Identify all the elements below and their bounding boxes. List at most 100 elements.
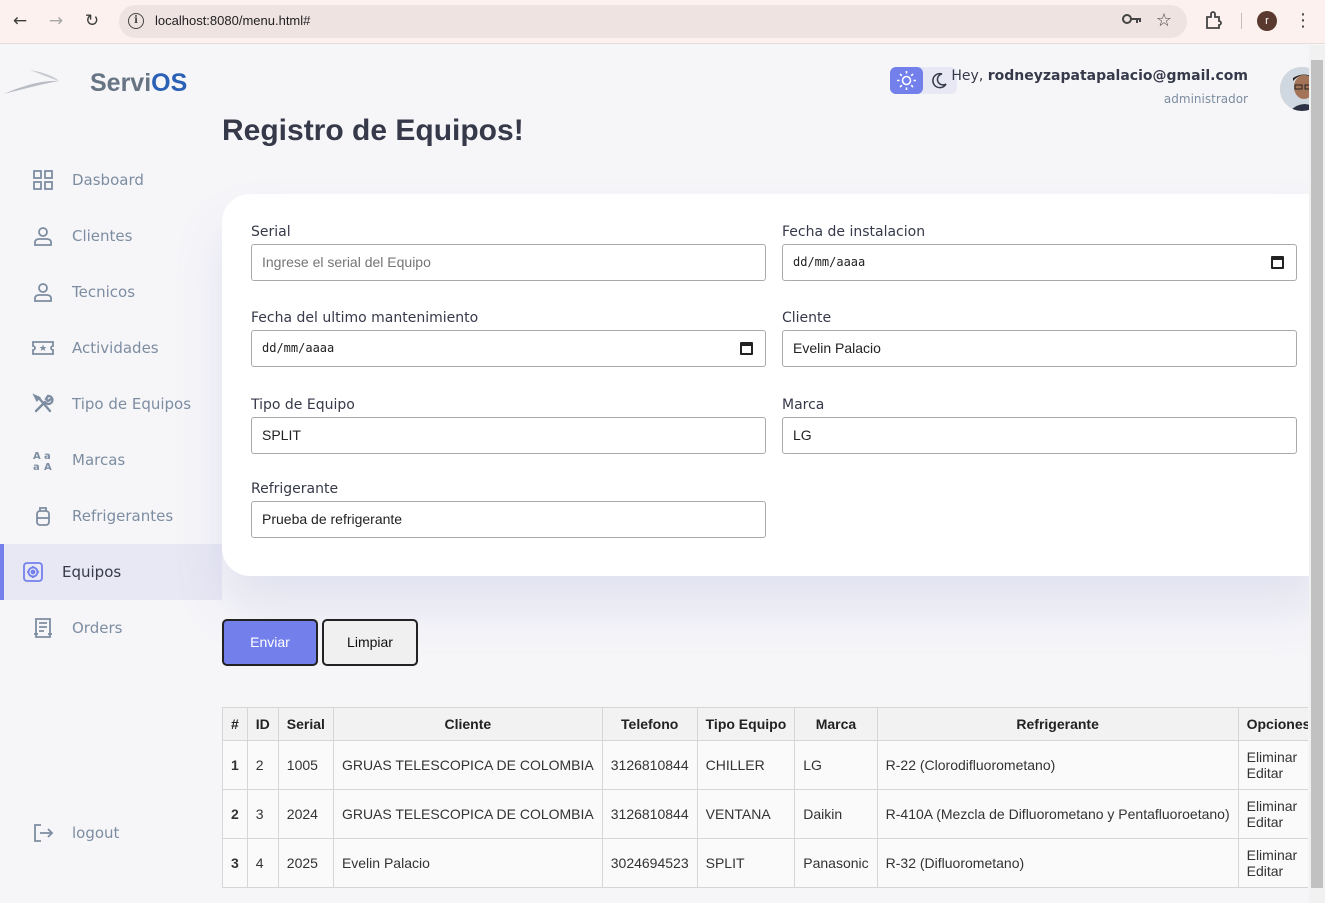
sidebar-item-equipos[interactable]: Equipos [0, 544, 222, 600]
page-title: Registro de Equipos! [222, 114, 524, 147]
client-label: Cliente [782, 310, 832, 326]
row-telefono: 3126810844 [601, 740, 698, 790]
sidebar-item-label: Refrigerantes [72, 507, 174, 525]
edit-link[interactable]: Editar [1247, 863, 1308, 879]
calendar-icon[interactable] [740, 342, 753, 355]
address-bar[interactable]: i localhost:8080/menu.html# ☆ [119, 5, 1187, 38]
delete-link[interactable]: Eliminar [1247, 847, 1308, 863]
light-mode-button[interactable] [890, 67, 923, 94]
sidebar-item-label: Clientes [72, 227, 133, 245]
sidebar-item-tipo-de-equipos[interactable]: Tipo de Equipos [0, 376, 222, 432]
page-scrollbar-thumb[interactable] [1311, 60, 1323, 888]
svg-text:a: a [33, 462, 40, 471]
row-options: Eliminar Editar [1237, 838, 1308, 888]
row-id: 4 [246, 838, 279, 888]
clear-button[interactable]: Limpiar [322, 619, 418, 666]
moon-icon[interactable] [931, 72, 948, 89]
col-serial: Serial [277, 707, 334, 741]
brand-name[interactable]: ServiOS [90, 69, 187, 98]
row-tipo: SPLIT [696, 838, 796, 888]
password-key-icon[interactable] [1122, 12, 1142, 26]
profile-avatar[interactable]: r [1257, 11, 1277, 31]
sidebar-item-refrigerantes[interactable]: Refrigerantes [0, 488, 222, 544]
sidebar-item-label: Marcas [72, 451, 126, 469]
delete-link[interactable]: Eliminar [1247, 798, 1308, 814]
edit-link[interactable]: Editar [1247, 765, 1308, 781]
table-header-row: # ID Serial Cliente Telefono Tipo Equipo… [222, 707, 1308, 741]
brand-name-part2: OS [151, 69, 188, 97]
col-id: ID [246, 707, 279, 741]
delete-link[interactable]: Eliminar [1247, 749, 1308, 765]
row-options: Eliminar Editar [1237, 789, 1308, 839]
sidebar-item-dasboard[interactable]: Dasboard [0, 152, 222, 208]
serial-field: Serial Ingrese el serial del Equipo [251, 224, 766, 281]
row-number: 1 [222, 740, 248, 790]
greeting-text: Hey, [951, 68, 984, 84]
refrigerant-field: Refrigerante Prueba de refrigerante [251, 481, 766, 538]
row-serial: 2025 [277, 838, 334, 888]
equipment-table: # ID Serial Cliente Telefono Tipo Equipo… [222, 707, 1308, 888]
row-tipo: CHILLER [696, 740, 796, 790]
col-tipo-equipo: Tipo Equipo [696, 707, 796, 741]
sidebar-item-marcas[interactable]: AaaA Marcas [0, 432, 222, 488]
bookmark-star-icon[interactable]: ☆ [1156, 10, 1172, 31]
extensions-icon[interactable] [1203, 9, 1225, 31]
toolbar-divider [1241, 13, 1242, 29]
sidebar-item-label: Tipo de Equipos [72, 395, 192, 413]
serial-input[interactable]: Ingrese el serial del Equipo [251, 244, 766, 281]
svg-text:A: A [33, 451, 41, 462]
person-icon [34, 227, 52, 246]
theme-toggle[interactable] [890, 67, 957, 94]
row-serial: 1005 [277, 740, 334, 790]
row-marca: LG [794, 740, 878, 790]
row-serial: 2024 [277, 789, 334, 839]
row-telefono: 3126810844 [601, 789, 698, 839]
person-icon [34, 283, 52, 302]
edit-link[interactable]: Editar [1247, 814, 1308, 830]
row-refrigerante: R-22 (Clorodifluorometano) [876, 740, 1239, 790]
table-row: 2 3 2024 GRUAS TELESCOPICA DE COLOMBIA 3… [222, 789, 1308, 839]
row-number: 2 [222, 789, 248, 839]
equipment-type-field: Tipo de Equipo SPLIT [251, 397, 766, 454]
install-date-input[interactable]: dd/mm/aaaa [782, 244, 1297, 281]
sidebar-item-label: Tecnicos [72, 283, 136, 301]
client-input[interactable]: Evelin Palacio [782, 330, 1297, 367]
row-marca: Panasonic [794, 838, 878, 888]
logo-swoosh-icon [4, 70, 59, 94]
submit-button[interactable]: Enviar [222, 619, 318, 666]
logout-label: logout [72, 824, 120, 842]
brand-input[interactable]: LG [782, 417, 1297, 454]
reload-icon[interactable]: ↻ [82, 11, 102, 31]
refrigerant-input[interactable]: Prueba de refrigerante [251, 501, 766, 538]
sidebar-item-clientes[interactable]: Clientes [0, 208, 222, 264]
row-number: 3 [222, 838, 248, 888]
logout-button[interactable]: logout [0, 805, 222, 861]
sidebar-item-tecnicos[interactable]: Tecnicos [0, 264, 222, 320]
sidebar-item-orders[interactable]: Orders [0, 600, 222, 656]
url-text[interactable]: localhost:8080/menu.html# [155, 13, 310, 28]
install-date-label: Fecha de instalacion [782, 224, 926, 240]
install-date-value: dd/mm/aaaa [793, 255, 866, 269]
sidebar-item-label: Equipos [62, 563, 122, 581]
sidebar: Dasboard Clientes Tecnicos Actividades T… [0, 152, 222, 656]
site-info-icon[interactable]: i [128, 13, 144, 29]
col-opciones: Opciones [1237, 707, 1308, 741]
maintenance-date-input[interactable]: dd/mm/aaaa [251, 330, 766, 367]
tank-icon [36, 507, 50, 526]
row-id: 3 [246, 789, 279, 839]
translate-icon: Aaa A [33, 451, 52, 471]
sidebar-item-actividades[interactable]: Actividades [0, 320, 222, 376]
row-id: 2 [246, 740, 279, 790]
sun-icon [897, 71, 916, 90]
calendar-icon[interactable] [1271, 256, 1284, 269]
equipment-type-input[interactable]: SPLIT [251, 417, 766, 454]
forward-icon[interactable]: → [46, 11, 66, 31]
ticket-icon [32, 341, 54, 355]
browser-menu-icon[interactable]: ⋮ [1294, 10, 1312, 32]
maintenance-date-value: dd/mm/aaaa [262, 341, 335, 355]
browser-toolbar: ← → ↻ i localhost:8080/menu.html# ☆ r ⋮ [0, 0, 1325, 44]
back-icon[interactable]: ← [10, 11, 30, 31]
svg-text:A: A [44, 462, 52, 471]
svg-text:a: a [44, 451, 51, 462]
sidebar-item-label: Orders [72, 619, 123, 637]
